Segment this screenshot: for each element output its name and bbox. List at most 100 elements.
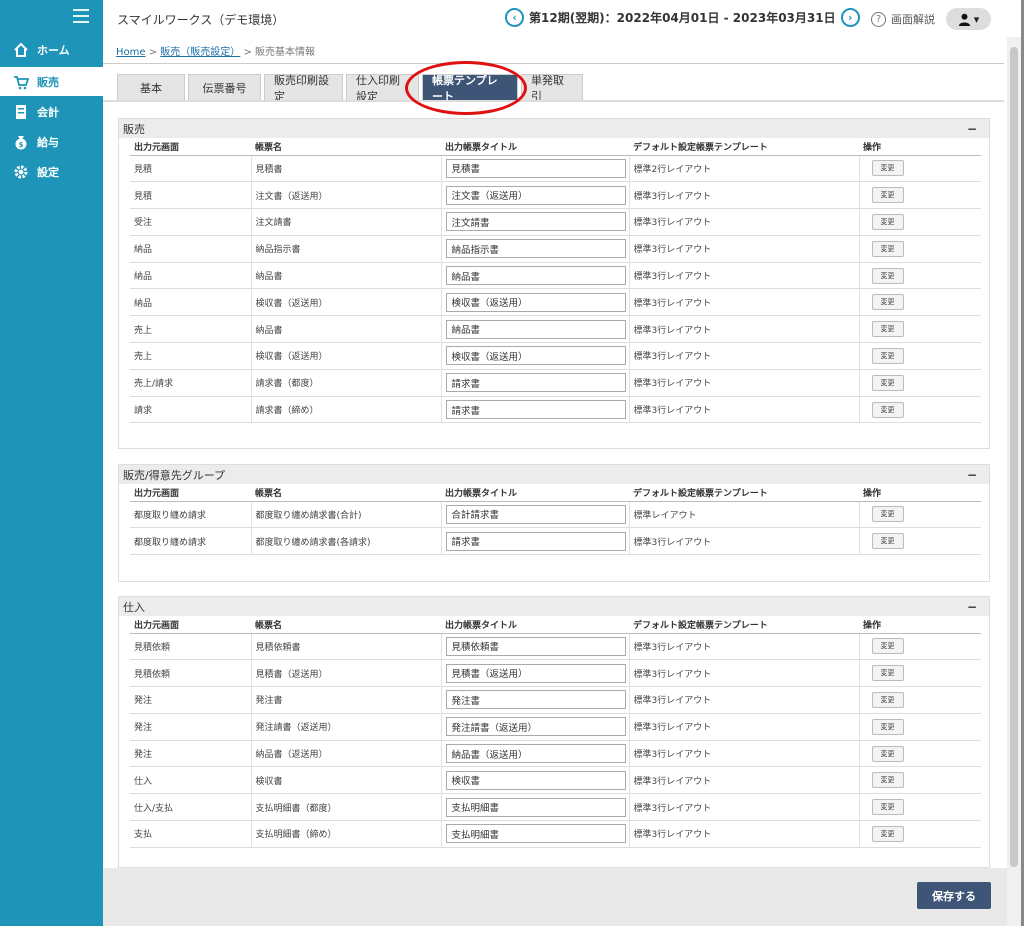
change-button[interactable]: 変更 <box>871 401 904 418</box>
template-cell: 標準レイアウト <box>629 501 860 529</box>
period-selector: ‹ 第12期(翌期)：2022年04月01日 - 2023年03月31日 › <box>505 8 860 27</box>
breadcrumb-home[interactable]: Home <box>116 47 146 58</box>
title-cell: 納品書（返送用） <box>441 740 630 768</box>
sidebar-item-settings[interactable]: 設定 <box>0 157 103 186</box>
form-title-input[interactable]: 請求書 <box>445 373 626 393</box>
collapse-toggle[interactable]: − <box>967 468 977 482</box>
change-button[interactable]: 変更 <box>871 187 904 204</box>
form-title-input[interactable]: 見積書（返送用） <box>445 663 626 683</box>
collapse-toggle[interactable]: − <box>967 122 977 136</box>
change-button[interactable]: 変更 <box>871 718 904 735</box>
column-header: 出力帳票タイトル <box>441 138 629 156</box>
svg-text:$: $ <box>19 141 24 149</box>
action-cell: 変更 <box>859 315 981 344</box>
form-title-input[interactable]: 納品指示書 <box>445 239 626 259</box>
form-title-input[interactable]: 検収書（返送用） <box>445 346 626 366</box>
form-title-input[interactable]: 合計請求書 <box>445 504 626 524</box>
table-row: 発注 納品書（返送用） 納品書（返送用） 標準3行レイアウト 変更 <box>130 740 981 768</box>
table-row: 都度取り纏め請求 都度取り纏め請求書(合計) 合計請求書 標準レイアウト 変更 <box>130 501 981 529</box>
change-button[interactable]: 変更 <box>871 825 904 842</box>
title-cell: 請求書 <box>441 369 630 397</box>
next-period-icon[interactable]: › <box>840 8 860 27</box>
column-header: 出力帳票タイトル <box>441 484 629 502</box>
form-title-input[interactable]: 支払明細書 <box>445 824 626 844</box>
form-title-input[interactable]: 検収書（返送用） <box>445 292 626 312</box>
template-cell: 標準3行レイアウト <box>629 659 860 688</box>
form-title-input[interactable]: 発注請書（返送用） <box>445 717 626 737</box>
change-button[interactable]: 変更 <box>871 160 904 177</box>
change-button[interactable]: 変更 <box>871 374 904 391</box>
form-title-input[interactable]: 発注書 <box>445 690 626 710</box>
sidebar-item-accounting[interactable]: 会計 <box>0 97 103 126</box>
save-button[interactable]: 保存する <box>917 882 991 909</box>
user-menu-button[interactable]: ▾ <box>946 8 991 30</box>
form-title-input[interactable]: 納品書（返送用） <box>445 744 626 764</box>
sidebar-item-home[interactable]: ホーム <box>0 35 103 64</box>
table-row: 見積 注文書（返送用） 注文書（返送用） 標準3行レイアウト 変更 <box>130 181 981 210</box>
help-link[interactable]: ? 画面解説 <box>871 11 935 27</box>
column-header: デフォルト設定帳票テンプレート <box>629 484 859 502</box>
action-cell: 変更 <box>859 155 981 183</box>
form-title-input[interactable]: 検収書 <box>445 770 626 790</box>
form-name-cell: 注文書（返送用） <box>251 181 442 210</box>
change-button[interactable]: 変更 <box>871 294 904 311</box>
change-button[interactable]: 変更 <box>871 506 904 523</box>
tab-sales-print[interactable]: 販売印刷設定 <box>264 74 343 103</box>
source-cell: 納品 <box>130 235 252 263</box>
breadcrumb-separator: > <box>240 47 256 58</box>
collapse-toggle[interactable]: − <box>967 600 977 614</box>
form-title-input[interactable]: 納品書 <box>445 319 626 339</box>
prev-period-icon[interactable]: ‹ <box>505 8 524 27</box>
form-title-input[interactable]: 請求書 <box>445 531 626 551</box>
change-button[interactable]: 変更 <box>871 638 904 655</box>
table-row: 見積依頼 見積依頼書 見積依頼書 標準3行レイアウト 変更 <box>130 633 981 661</box>
form-name-cell: 請求書（都度） <box>251 369 442 397</box>
change-button[interactable]: 変更 <box>871 240 904 257</box>
table-row: 請求 請求書（締め） 請求書 標準3行レイアウト 変更 <box>130 396 981 424</box>
title-cell: 見積書 <box>441 155 630 183</box>
change-button[interactable]: 変更 <box>871 799 904 816</box>
app-title: スマイルワークス（デモ環境） <box>117 13 285 27</box>
change-button[interactable]: 変更 <box>871 691 904 708</box>
title-cell: 納品書 <box>441 315 630 344</box>
column-header: デフォルト設定帳票テンプレート <box>629 138 859 156</box>
sidebar-item-sales[interactable]: 販売 <box>0 67 103 96</box>
help-label: 画面解説 <box>891 13 935 26</box>
title-cell: 請求書 <box>441 396 630 424</box>
form-title-input[interactable]: 見積書 <box>445 158 626 178</box>
change-button[interactable]: 変更 <box>871 745 904 762</box>
change-button[interactable]: 変更 <box>871 213 904 230</box>
sidebar-item-payroll[interactable]: $ 給与 <box>0 127 103 156</box>
form-title-input[interactable]: 支払明細書 <box>445 797 626 817</box>
form-title-input[interactable]: 見積依頼書 <box>445 636 626 656</box>
tab-basic[interactable]: 基本 <box>117 74 185 101</box>
form-title-input[interactable]: 請求書 <box>445 400 626 420</box>
scroll-thumb[interactable] <box>1010 47 1018 867</box>
action-cell: 変更 <box>859 181 981 210</box>
table-row: 納品 検収書（返送用） 検収書（返送用） 標準3行レイアウト 変更 <box>130 288 981 317</box>
source-cell: 見積 <box>130 155 252 183</box>
change-button[interactable]: 変更 <box>871 665 904 682</box>
change-button[interactable]: 変更 <box>871 267 904 284</box>
hamburger-menu-icon[interactable] <box>73 9 89 23</box>
change-button[interactable]: 変更 <box>871 533 904 550</box>
form-title-input[interactable]: 納品書 <box>445 266 626 286</box>
breadcrumb: Home > 販売（販売設定） > 販売基本情報 <box>116 43 315 58</box>
tab-one-time-deal[interactable]: 単発取引 <box>521 74 583 103</box>
form-title-input[interactable]: 注文書（返送用） <box>445 185 626 205</box>
change-button[interactable]: 変更 <box>871 772 904 789</box>
title-cell: 注文書（返送用） <box>441 181 630 210</box>
scrollbar[interactable] <box>1007 37 1021 926</box>
change-button[interactable]: 変更 <box>871 347 904 364</box>
tab-slip-number[interactable]: 伝票番号 <box>188 74 261 101</box>
form-name-cell: 発注請書（返送用） <box>251 713 442 741</box>
form-title-input[interactable]: 注文請書 <box>445 212 626 232</box>
action-cell: 変更 <box>859 713 981 741</box>
change-button[interactable]: 変更 <box>871 321 904 338</box>
breadcrumb-sales-settings[interactable]: 販売（販売設定） <box>160 47 240 58</box>
sidebar-item-label: 会計 <box>37 105 59 119</box>
form-name-cell: 支払明細書（都度） <box>251 793 442 822</box>
action-cell: 変更 <box>859 501 981 529</box>
table-header-row: 出力元画面 帳票名 出力帳票タイトル デフォルト設定帳票テンプレート 操作 <box>130 484 981 502</box>
template-table: 出力元画面 帳票名 出力帳票タイトル デフォルト設定帳票テンプレート 操作 見積依頼 見積依… <box>130 616 981 848</box>
